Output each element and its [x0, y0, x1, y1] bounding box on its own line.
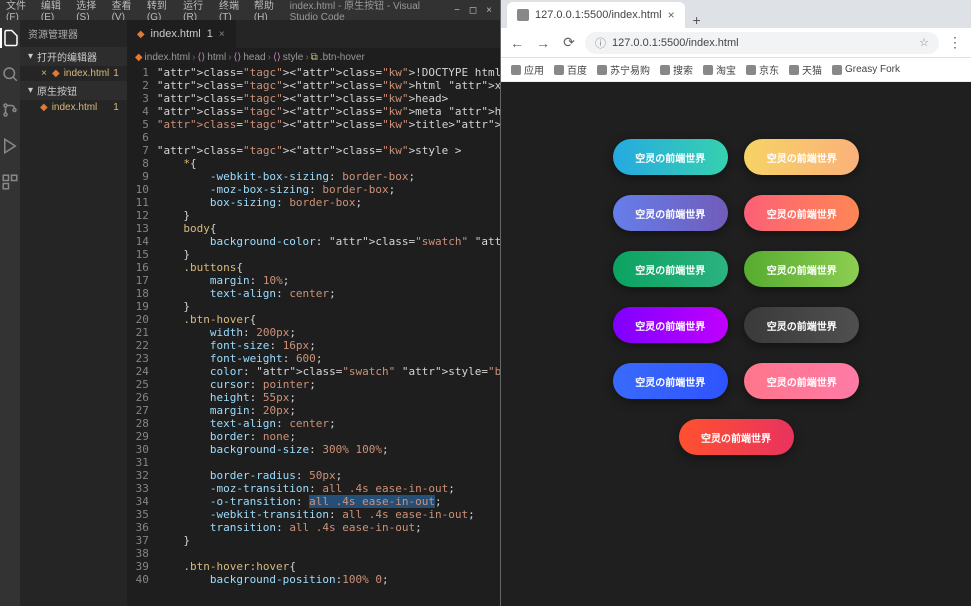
modified-badge: 1 — [113, 68, 119, 79]
menu-icon[interactable]: ⋮ — [945, 33, 965, 53]
bookmark-item[interactable]: Greasy Fork — [832, 64, 900, 75]
menubar: 文件(F) 编辑(E) 选择(S) 查看(V) 转到(G) 运行(R) 终端(T… — [0, 0, 500, 20]
bookmark-item[interactable]: 搜索 — [660, 62, 693, 77]
html-file-icon: ◆ — [137, 29, 145, 40]
close-tab-icon[interactable]: × — [219, 29, 225, 40]
project-section[interactable]: ▾原生按钮 — [20, 81, 127, 100]
bookmark-item[interactable]: 天猫 — [789, 62, 822, 77]
demo-button-6[interactable]: 空灵の前端世界 — [744, 251, 859, 287]
tab-bar: ◆ index.html 1 × — [127, 20, 500, 48]
site-icon — [597, 65, 607, 75]
bookmarks-bar: 应用 百度 苏宁易购 搜索 淘宝 京东 天猫 Greasy Fork — [501, 58, 971, 82]
browser-tab-strip: 127.0.0.1:5500/index.html × + — [501, 0, 971, 28]
file-name: index.html — [52, 102, 98, 113]
bookmark-item[interactable]: 京东 — [746, 62, 779, 77]
breadcrumb-selector[interactable]: .btn-hover — [320, 52, 365, 63]
bookmark-item[interactable]: 百度 — [554, 62, 587, 77]
code-lines[interactable]: "attr">class="tagc"><"attr">class="kw">!… — [157, 66, 500, 606]
star-icon[interactable]: ☆ — [919, 36, 929, 49]
open-editors-section[interactable]: ▾打开的编辑器 — [20, 47, 127, 66]
demo-button-8[interactable]: 空灵の前端世界 — [744, 307, 859, 343]
url-field[interactable]: ⓘ 127.0.0.1:5500/index.html ☆ — [585, 32, 939, 54]
activity-bar — [0, 20, 20, 606]
code-area[interactable]: 1234567891011121314151617181920212223242… — [127, 66, 500, 606]
project-file-item[interactable]: ◆ index.html 1 — [20, 100, 127, 115]
close-tab-icon[interactable]: × — [668, 8, 675, 22]
tab-label: index.html — [151, 28, 201, 40]
site-icon — [660, 65, 670, 75]
debug-icon[interactable] — [0, 136, 20, 156]
demo-button-4[interactable]: 空灵の前端世界 — [744, 195, 859, 231]
site-icon — [703, 65, 713, 75]
new-tab-button[interactable]: + — [685, 12, 709, 28]
demo-button-11[interactable]: 空灵の前端世界 — [679, 419, 794, 455]
explorer-icon[interactable] — [0, 28, 20, 48]
modified-badge: 1 — [113, 102, 119, 113]
browser-tab[interactable]: 127.0.0.1:5500/index.html × — [507, 2, 685, 28]
reload-icon[interactable]: ⟳ — [559, 33, 579, 53]
site-icon — [746, 65, 756, 75]
tab-modified-badge: 1 — [207, 28, 213, 40]
maximize-icon[interactable]: ◻ — [468, 5, 478, 15]
demo-button-10[interactable]: 空灵の前端世界 — [744, 363, 859, 399]
close-icon[interactable]: × — [484, 5, 494, 15]
git-icon[interactable] — [0, 100, 20, 120]
minimize-icon[interactable]: − — [452, 5, 462, 15]
open-editor-item[interactable]: × ◆ index.html 1 — [20, 66, 127, 81]
browser-window: 127.0.0.1:5500/index.html × + ← → ⟳ ⓘ 12… — [500, 0, 971, 606]
demo-button-3[interactable]: 空灵の前端世界 — [613, 195, 728, 231]
favicon-icon — [517, 9, 529, 21]
tab-index-html[interactable]: ◆ index.html 1 × — [127, 20, 236, 48]
close-icon[interactable]: × — [40, 68, 48, 79]
bookmark-item[interactable]: 淘宝 — [703, 62, 736, 77]
bracket-icon: ⟨⟩ — [234, 52, 242, 63]
address-bar: ← → ⟳ ⓘ 127.0.0.1:5500/index.html ☆ ⋮ — [501, 28, 971, 58]
breadcrumb-style[interactable]: style — [283, 52, 304, 63]
site-icon — [789, 65, 799, 75]
file-name: index.html — [64, 68, 110, 79]
info-icon: ⓘ — [595, 35, 606, 51]
vscode-window: 文件(F) 编辑(E) 选择(S) 查看(V) 转到(G) 运行(R) 终端(T… — [0, 0, 500, 606]
demo-button-1[interactable]: 空灵の前端世界 — [613, 139, 728, 175]
back-icon[interactable]: ← — [507, 33, 527, 53]
site-icon — [832, 65, 842, 75]
breadcrumb-file[interactable]: index.html — [145, 52, 191, 63]
explorer-title: 资源管理器 — [20, 20, 127, 47]
demo-button-9[interactable]: 空灵の前端世界 — [613, 363, 728, 399]
apps-icon — [511, 65, 521, 75]
search-icon[interactable] — [0, 64, 20, 84]
breadcrumb-html[interactable]: html — [207, 52, 226, 63]
demo-button-5[interactable]: 空灵の前端世界 — [613, 251, 728, 287]
html-file-icon: ◆ — [40, 102, 48, 113]
bracket-icon: ⟨⟩ — [197, 52, 205, 63]
apps-button[interactable]: 应用 — [511, 62, 544, 77]
extensions-icon[interactable] — [0, 172, 20, 192]
tab-title: 127.0.0.1:5500/index.html — [535, 9, 662, 21]
chevron-down-icon: ▾ — [28, 85, 33, 96]
html-file-icon: ◆ — [52, 68, 60, 79]
breadcrumb-head[interactable]: head — [243, 52, 265, 63]
line-numbers: 1234567891011121314151617181920212223242… — [127, 66, 157, 606]
breadcrumb[interactable]: ◆ index.html› ⟨⟩html› ⟨⟩head› ⟨⟩style› ⧉… — [127, 48, 500, 66]
class-icon: ⧉ — [311, 52, 318, 63]
page-content: 空灵の前端世界 空灵の前端世界 空灵の前端世界 空灵の前端世界 空灵の前端世界 … — [501, 82, 971, 606]
sidebar: 资源管理器 ▾打开的编辑器 × ◆ index.html 1 ▾原生按钮 ◆ i… — [20, 20, 127, 606]
editor: ◆ index.html 1 × ◆ index.html› ⟨⟩html› ⟨… — [127, 20, 500, 606]
bracket-icon: ⟨⟩ — [273, 52, 281, 63]
bookmark-item[interactable]: 苏宁易购 — [597, 62, 650, 77]
url-text: 127.0.0.1:5500/index.html — [612, 37, 739, 49]
demo-button-2[interactable]: 空灵の前端世界 — [744, 139, 859, 175]
forward-icon[interactable]: → — [533, 33, 553, 53]
html-file-icon: ◆ — [135, 52, 143, 63]
site-icon — [554, 65, 564, 75]
demo-button-7[interactable]: 空灵の前端世界 — [613, 307, 728, 343]
button-grid: 空灵の前端世界 空灵の前端世界 空灵の前端世界 空灵の前端世界 空灵の前端世界 … — [548, 129, 924, 465]
chevron-down-icon: ▾ — [28, 51, 33, 62]
